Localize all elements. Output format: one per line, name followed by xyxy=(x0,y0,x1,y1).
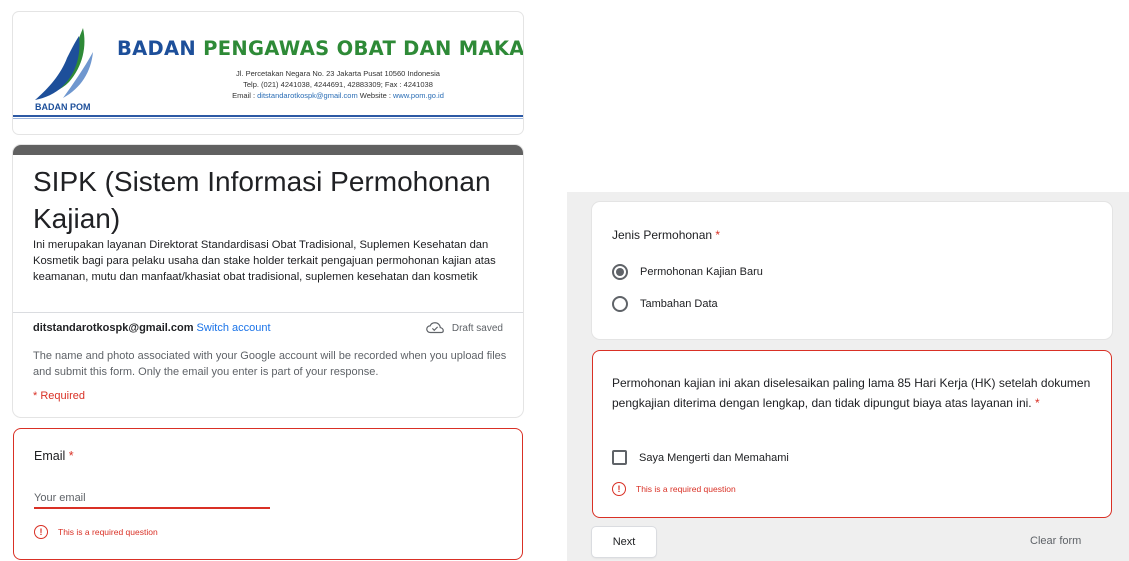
web-label: Website : xyxy=(357,91,394,100)
email-label: Email : xyxy=(232,91,258,100)
radio-option-label: Tambahan Data xyxy=(640,298,718,310)
email-label-text: Email xyxy=(34,449,66,463)
jenis-label-text: Jenis Permohonan xyxy=(612,228,713,242)
form-title-card: SIPK (Sistem Informasi Permohonan Kajian… xyxy=(13,145,523,417)
account-email: ditstandarotkospk@gmail.com xyxy=(33,322,194,334)
required-note: * Required xyxy=(33,390,85,402)
jenis-question-label: Jenis Permohonan * xyxy=(612,228,720,242)
header-divider xyxy=(13,115,523,117)
email-error-text: This is a required question xyxy=(58,527,158,537)
form-title: SIPK (Sistem Informasi Permohonan Kajian… xyxy=(33,166,491,234)
next-button[interactable]: Next xyxy=(592,527,656,557)
draft-status: Draft saved xyxy=(426,322,503,334)
header-divider-thin xyxy=(13,118,523,119)
organization-name: BADAN PENGAWAS OBAT DAN MAKANAN xyxy=(117,37,523,60)
radio-dot xyxy=(616,268,624,276)
radio-option-kajian-baru[interactable]: Permohonan Kajian Baru xyxy=(612,264,763,280)
form-description: Ini merupakan layanan Direktorat Standar… xyxy=(33,239,496,283)
org-name-part1: BADAN xyxy=(117,37,197,60)
divider xyxy=(13,312,523,313)
org-email: ditstandarotkospk@gmail.com xyxy=(257,91,358,100)
agreement-checkbox-row[interactable]: Saya Mengerti dan Memahami xyxy=(612,450,789,465)
required-asterisk: * xyxy=(715,228,721,242)
switch-account-link[interactable]: Switch account xyxy=(197,322,271,334)
email-field[interactable] xyxy=(34,489,270,509)
required-asterisk: * xyxy=(68,449,74,463)
org-website: www.pom.go.id xyxy=(393,91,444,100)
radio-button-selected[interactable] xyxy=(612,264,628,280)
address-line-1: Jl. Percetakan Negara No. 23 Jakarta Pus… xyxy=(236,69,440,78)
cloud-saved-icon xyxy=(426,322,444,334)
email-question-card: Email * ! This is a required question xyxy=(13,428,523,560)
clear-form-button[interactable]: Clear form xyxy=(1030,535,1081,547)
address-line-2: Telp. (021) 4241038, 4244691, 42883309; … xyxy=(243,80,433,89)
error-icon: ! xyxy=(612,482,626,496)
organization-address: Jl. Percetakan Negara No. 23 Jakarta Pus… xyxy=(153,68,523,101)
privacy-notice: The name and photo associated with your … xyxy=(33,350,507,378)
agreement-error-text: This is a required question xyxy=(636,484,736,494)
left-screenshot: BADAN POM BADAN PENGAWAS OBAT DAN MAKANA… xyxy=(0,0,532,561)
agreement-text: Permohonan kajian ini akan diselesaikan … xyxy=(612,373,1092,413)
address-line-3: Email : ditstandarotkospk@gmail.com Webs… xyxy=(153,90,523,101)
radio-option-label: Permohonan Kajian Baru xyxy=(640,266,763,278)
logo-label: BADAN POM xyxy=(35,102,91,112)
account-row: ditstandarotkospk@gmail.com Switch accou… xyxy=(33,322,271,334)
required-asterisk: * xyxy=(1034,396,1040,410)
email-label: Email * xyxy=(34,449,74,463)
radio-button[interactable] xyxy=(612,296,628,312)
agreement-checkbox[interactable] xyxy=(612,450,627,465)
org-name-part2: PENGAWAS OBAT DAN MAKANAN xyxy=(203,37,523,60)
jenis-permohonan-card: Jenis Permohonan * Permohonan Kajian Bar… xyxy=(592,202,1112,339)
draft-status-text: Draft saved xyxy=(451,322,503,334)
form-header-banner: BADAN POM BADAN PENGAWAS OBAT DAN MAKANA… xyxy=(13,12,523,134)
agreement-text-body: Permohonan kajian ini akan diselesaikan … xyxy=(612,376,1091,410)
error-icon: ! xyxy=(34,525,48,539)
checkbox-label: Saya Mengerti dan Memahami xyxy=(639,451,789,464)
title-accent-bar xyxy=(13,145,523,155)
agreement-error: ! This is a required question xyxy=(612,482,736,496)
agreement-question-card: Permohonan kajian ini akan diselesaikan … xyxy=(592,350,1112,518)
badan-pom-logo xyxy=(35,28,93,100)
radio-option-tambahan-data[interactable]: Tambahan Data xyxy=(612,296,718,312)
email-error: ! This is a required question xyxy=(34,525,158,539)
